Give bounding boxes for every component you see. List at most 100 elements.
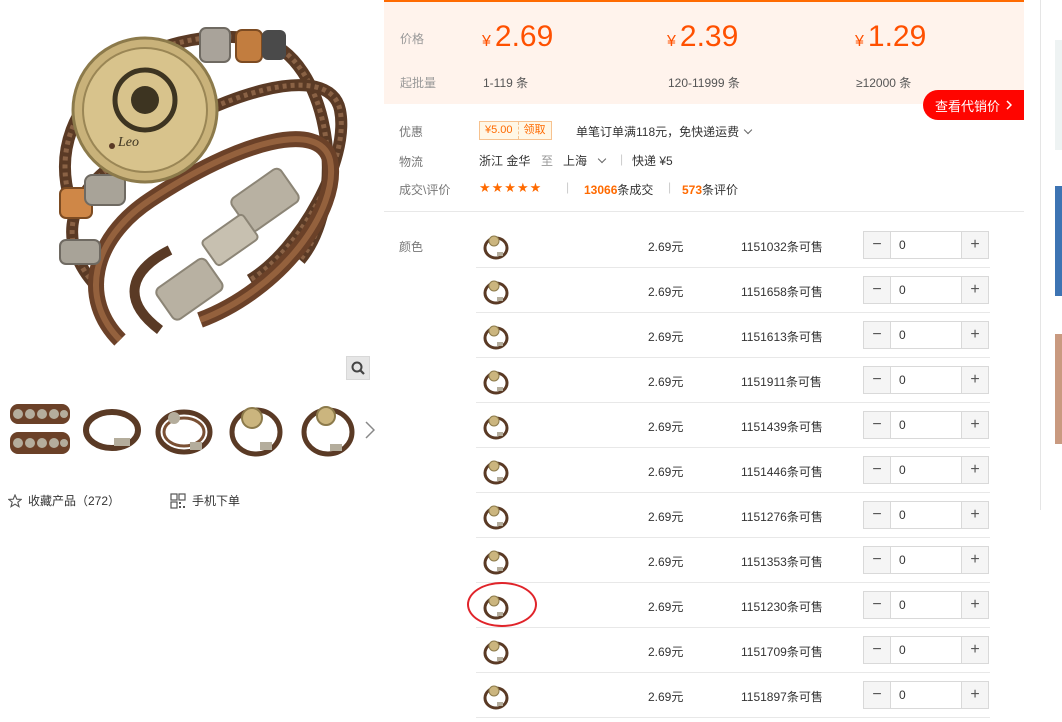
discount-label: 优惠: [399, 125, 424, 139]
variant-stock: 1151032条可售: [741, 240, 823, 254]
quantity-stepper: −+: [863, 546, 989, 574]
increase-quantity-button[interactable]: +: [961, 637, 988, 663]
increase-quantity-button[interactable]: +: [961, 367, 988, 393]
deals-link[interactable]: 13066条成交: [584, 181, 653, 198]
agent-price-label: 查看代销价: [934, 98, 1000, 114]
decrease-quantity-button[interactable]: −: [864, 592, 891, 618]
variant-row: 2.69元1151613条可售−+: [476, 313, 990, 358]
variant-stock: 1151353条可售: [741, 555, 823, 569]
thumbnail-1[interactable]: [8, 398, 72, 462]
discount-text: 单笔订单满118元，免快递运费: [576, 125, 740, 139]
variant-thumbnail[interactable]: [480, 501, 510, 531]
color-label: 颜色: [399, 240, 424, 254]
zoom-button[interactable]: [346, 356, 370, 380]
quantity-stepper: −+: [863, 456, 989, 484]
variant-stock: 1151439条可售: [741, 420, 823, 434]
decrease-quantity-button[interactable]: −: [864, 412, 891, 438]
reviews-link[interactable]: 573条评价: [682, 181, 738, 198]
coupon-claim-label: 领取: [523, 124, 546, 136]
variant-price: 2.69元: [648, 690, 684, 704]
moq-tier-1: 1-119 条: [483, 76, 529, 90]
main-product-image[interactable]: Leo: [0, 0, 380, 380]
quantity-input[interactable]: [891, 322, 961, 348]
increase-quantity-button[interactable]: +: [961, 277, 988, 303]
decrease-quantity-button[interactable]: −: [864, 277, 891, 303]
quantity-input[interactable]: [891, 457, 961, 483]
decrease-quantity-button[interactable]: −: [864, 232, 891, 258]
deals-count: 13066: [584, 183, 618, 197]
increase-quantity-button[interactable]: +: [961, 232, 988, 258]
quantity-input[interactable]: [891, 547, 961, 573]
increase-quantity-button[interactable]: +: [961, 547, 988, 573]
quantity-input[interactable]: [891, 682, 961, 708]
increase-quantity-button[interactable]: +: [961, 457, 988, 483]
variant-thumbnail[interactable]: [480, 681, 510, 711]
variant-thumbnail[interactable]: [480, 591, 510, 621]
price-label: 价格: [400, 32, 425, 46]
quantity-input[interactable]: [891, 232, 961, 258]
bracelet-illustration: Leo: [59, 27, 348, 346]
coupon-amount: ¥5.00: [480, 122, 519, 139]
variant-thumbnail[interactable]: [480, 321, 510, 351]
price-tier-2: ¥ 2.39: [667, 20, 738, 54]
quantity-input[interactable]: [891, 412, 961, 438]
coupon-button[interactable]: ¥5.00 领取: [479, 121, 552, 140]
variant-thumbnail[interactable]: [480, 411, 510, 441]
gallery-actions: 收藏产品（272） 手机下单: [8, 492, 378, 512]
variant-row: 2.69元1151439条可售−+: [476, 403, 990, 448]
mobile-order-button[interactable]: 手机下单: [170, 492, 240, 509]
variant-thumbnail[interactable]: [480, 456, 510, 486]
decrease-quantity-button[interactable]: −: [864, 547, 891, 573]
thumbnail-2[interactable]: [80, 398, 144, 462]
decrease-quantity-button[interactable]: −: [864, 502, 891, 528]
increase-quantity-button[interactable]: +: [961, 592, 988, 618]
quantity-stepper: −+: [863, 591, 989, 619]
increase-quantity-button[interactable]: +: [961, 322, 988, 348]
quantity-stepper: −+: [863, 636, 989, 664]
thumbnail-3[interactable]: [152, 398, 216, 462]
view-agent-price-button[interactable]: 查看代销价: [923, 90, 1024, 120]
variant-row: 2.69元1151709条可售−+: [476, 628, 990, 673]
quantity-input[interactable]: [891, 502, 961, 528]
variant-thumbnail[interactable]: [480, 231, 510, 261]
price-band: 价格 起批量 ¥ 2.69 ¥ 2.39 ¥ 1.29 1-119 条 120-…: [384, 0, 1024, 104]
variant-row: 2.69元1151897条可售−+: [476, 673, 990, 718]
variant-price: 2.69元: [648, 240, 684, 254]
increase-quantity-button[interactable]: +: [961, 412, 988, 438]
variant-stock: 1151446条可售: [741, 465, 823, 479]
qr-code-icon: [170, 492, 186, 509]
price-value: 2.39: [679, 20, 739, 53]
variant-stock: 1151230条可售: [741, 600, 823, 614]
thumbnail-4[interactable]: [224, 398, 288, 462]
moq-tier-2: 120-11999 条: [668, 76, 740, 90]
separator: |: [620, 152, 624, 166]
decrease-quantity-button[interactable]: −: [864, 682, 891, 708]
variant-row: 2.69元 1151032条可售 − +: [476, 223, 990, 268]
increase-quantity-button[interactable]: +: [961, 502, 988, 528]
section-divider: [384, 211, 1024, 212]
quantity-stepper: −+: [863, 321, 989, 349]
increase-quantity-button[interactable]: +: [961, 682, 988, 708]
variant-thumbnail[interactable]: [480, 636, 510, 666]
decrease-quantity-button[interactable]: −: [864, 637, 891, 663]
variant-thumbnail[interactable]: [480, 276, 510, 306]
variant-stock: 1151709条可售: [741, 645, 823, 659]
quantity-stepper: −+: [863, 681, 989, 709]
variant-thumbnail[interactable]: [480, 366, 510, 396]
decrease-quantity-button[interactable]: −: [864, 322, 891, 348]
favorite-product-button[interactable]: 收藏产品（272）: [8, 492, 120, 509]
discount-dropdown[interactable]: 单笔订单满118元，免快递运费: [576, 123, 753, 140]
thumbnail-next-button[interactable]: [358, 414, 382, 446]
decrease-quantity-button[interactable]: −: [864, 367, 891, 393]
decrease-quantity-button[interactable]: −: [864, 457, 891, 483]
quantity-input[interactable]: [891, 637, 961, 663]
variant-thumbnail[interactable]: [480, 546, 510, 576]
quantity-input[interactable]: [891, 277, 961, 303]
logistics-label: 物流: [399, 155, 424, 169]
thumbnail-5[interactable]: [296, 398, 360, 462]
quantity-input[interactable]: [891, 592, 961, 618]
quantity-input[interactable]: [891, 367, 961, 393]
shipping-destination-select[interactable]: 上海: [563, 152, 607, 169]
deals-reviews-label: 成交\评价: [399, 183, 451, 197]
right-sidebar-strip: [1040, 0, 1062, 510]
